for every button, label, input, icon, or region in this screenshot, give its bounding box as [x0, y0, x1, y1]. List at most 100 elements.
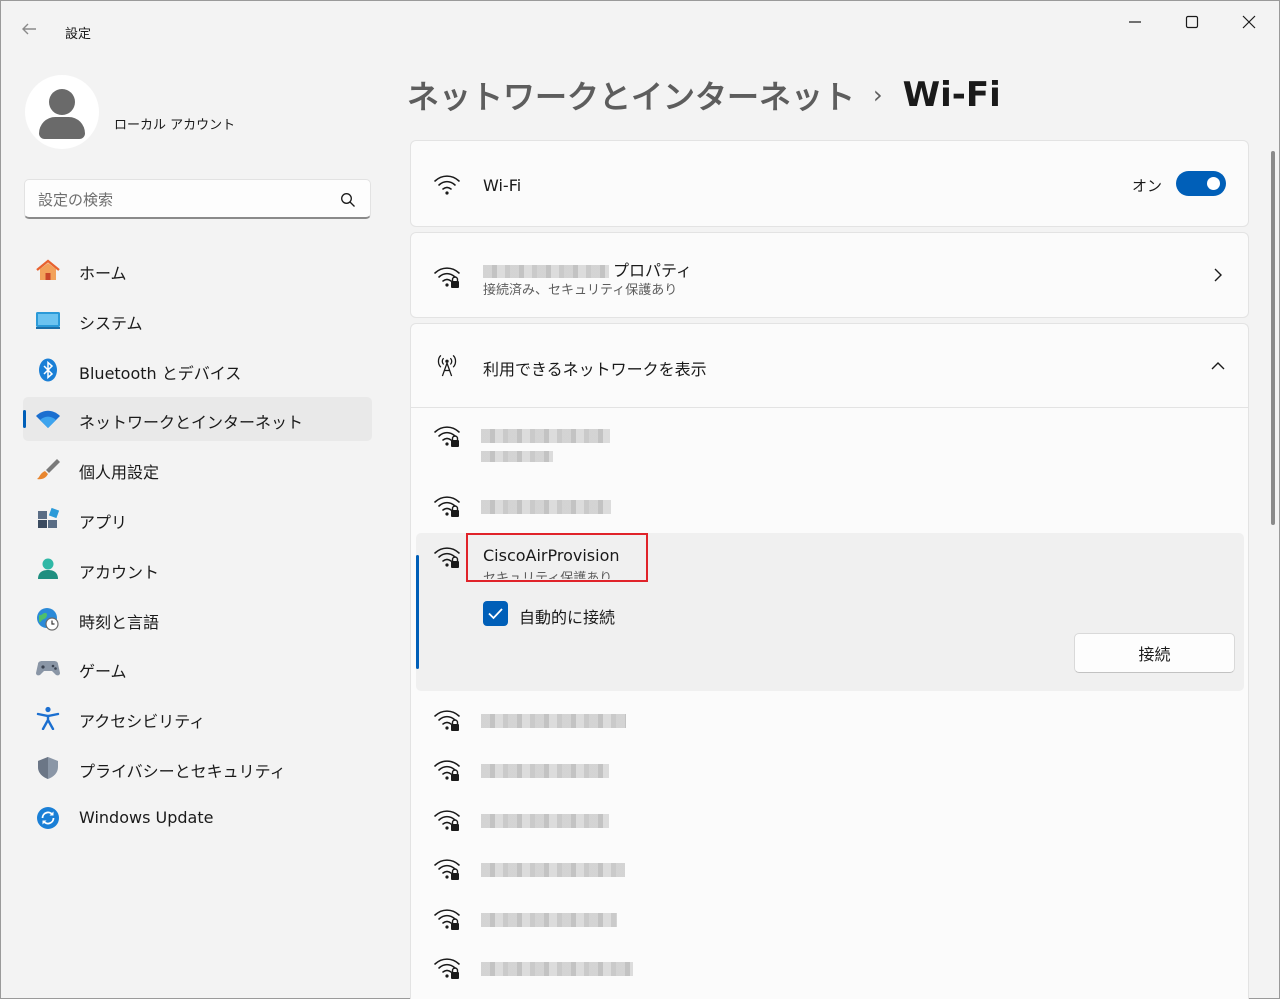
- wifi-secured-icon: [434, 267, 460, 288]
- close-button[interactable]: [1226, 7, 1272, 37]
- wifi-secured-icon: [434, 710, 460, 731]
- title-bar: 設定: [1, 1, 1279, 45]
- sidebar-item-label: アカウント: [79, 563, 160, 582]
- available-networks-card: 利用できるネットワークを表示 CiscoAirProvision セキュリティ保…: [410, 323, 1249, 999]
- sidebar-item-personalization[interactable]: 個人用設定: [23, 447, 372, 491]
- sidebar-item-label: ゲーム: [79, 662, 127, 681]
- sidebar-item-label: アクセシビリティ: [79, 712, 206, 731]
- redacted-ssid: [481, 764, 609, 778]
- properties-title: プロパティ: [483, 257, 692, 281]
- update-icon: [37, 807, 59, 829]
- avatar[interactable]: [25, 75, 99, 149]
- chevron-up-icon: [1211, 362, 1225, 370]
- network-list-item[interactable]: [411, 845, 1248, 893]
- chevron-right-icon: [1214, 268, 1222, 282]
- minimize-button[interactable]: [1112, 7, 1158, 37]
- wifi-secured-icon: [434, 909, 460, 930]
- network-list-item[interactable]: [411, 895, 1248, 943]
- redacted-ssid: [481, 913, 617, 927]
- wifi-secured-icon: [434, 760, 460, 781]
- sidebar-item-system[interactable]: システム: [23, 298, 372, 342]
- toggle-knob: [1207, 177, 1220, 190]
- properties-status: 接続済み、セキュリティ保護あり: [483, 283, 678, 298]
- shield-icon: [38, 757, 58, 779]
- home-icon: [36, 259, 60, 280]
- network-properties-card[interactable]: プロパティ 接続済み、セキュリティ保護あり: [410, 232, 1249, 318]
- sidebar-item-accounts[interactable]: アカウント: [23, 547, 372, 591]
- search-box[interactable]: [24, 179, 371, 219]
- sidebar-item-bluetooth[interactable]: Bluetooth とデバイス: [23, 348, 372, 392]
- breadcrumb-parent[interactable]: ネットワークとインターネット: [407, 72, 855, 118]
- apps-icon: [38, 507, 60, 528]
- page-title: Wi-Fi: [902, 75, 1001, 115]
- accessibility-icon: [36, 706, 60, 730]
- redacted-ssid: [481, 429, 610, 443]
- sidebar-item-gaming[interactable]: ゲーム: [23, 646, 372, 690]
- system-icon: [36, 312, 60, 329]
- network-list-item[interactable]: [411, 696, 1248, 744]
- properties-label: プロパティ: [613, 261, 693, 280]
- auto-connect-checkbox[interactable]: [483, 601, 508, 626]
- antenna-icon: [437, 355, 457, 377]
- wifi-secured-icon: [434, 547, 460, 568]
- bluetooth-icon: [39, 358, 57, 382]
- account-icon: [38, 558, 58, 579]
- sidebar-item-label: 個人用設定: [79, 463, 160, 482]
- wifi-secured-icon: [434, 810, 460, 831]
- selected-network-item[interactable]: CiscoAirProvision セキュリティ保護あり 自動的に接続 接続: [416, 533, 1244, 691]
- search-input[interactable]: [38, 189, 328, 211]
- sidebar-item-time-language[interactable]: 時刻と言語: [23, 597, 372, 641]
- sidebar-item-apps[interactable]: アプリ: [23, 497, 372, 541]
- breadcrumb-separator: ›: [873, 81, 883, 109]
- connect-button[interactable]: 接続: [1074, 633, 1235, 673]
- redacted-ssid: [481, 962, 633, 976]
- sidebar-item-privacy[interactable]: プライバシーとセキュリティ: [23, 746, 372, 790]
- brush-icon: [37, 459, 60, 480]
- available-networks-label: 利用できるネットワークを表示: [483, 360, 707, 379]
- wifi-secured-icon: [434, 859, 460, 880]
- sidebar-item-label: アプリ: [79, 513, 128, 532]
- network-list-item[interactable]: [411, 482, 1248, 530]
- wifi-label: Wi-Fi: [483, 176, 522, 195]
- wifi-toggle-label: オン: [1131, 177, 1162, 195]
- wifi-secured-icon: [434, 426, 460, 447]
- scrollbar[interactable]: [1271, 151, 1275, 525]
- sidebar-item-windows-update[interactable]: Windows Update: [23, 796, 372, 840]
- wifi-toggle-card: Wi-Fi オン: [410, 140, 1249, 227]
- network-list-item[interactable]: [411, 746, 1248, 794]
- redacted-ssid: [481, 863, 625, 877]
- wifi-secured-icon: [434, 496, 460, 517]
- sidebar-item-accessibility[interactable]: アクセシビリティ: [23, 696, 372, 740]
- sidebar-item-label: Bluetooth とデバイス: [79, 364, 242, 383]
- search-icon[interactable]: [340, 192, 356, 208]
- gamepad-icon: [36, 661, 60, 676]
- redacted-ssid: [481, 714, 626, 728]
- maximize-button[interactable]: [1169, 7, 1215, 37]
- network-list-item[interactable]: [411, 416, 1248, 472]
- wifi-secured-icon: [434, 958, 460, 979]
- back-arrow-icon[interactable]: [19, 19, 45, 45]
- network-list-item[interactable]: [411, 796, 1248, 844]
- sidebar-item-label: ホーム: [79, 264, 127, 283]
- redacted-ssid: [481, 814, 609, 828]
- checkmark-icon: [488, 608, 503, 620]
- available-networks-header[interactable]: 利用できるネットワークを表示: [411, 324, 1248, 408]
- wifi-toggle[interactable]: [1176, 171, 1226, 196]
- app-title: 設定: [65, 27, 92, 42]
- sidebar-item-network[interactable]: ネットワークとインターネット: [23, 397, 372, 441]
- time-language-icon: [37, 608, 59, 631]
- redacted-status: [481, 451, 553, 462]
- auto-connect-label: 自動的に接続: [519, 608, 616, 627]
- selection-indicator: [416, 555, 419, 669]
- close-icon: [1242, 15, 1256, 29]
- minimize-icon: [1129, 21, 1141, 23]
- sidebar-item-label: プライバシーとセキュリティ: [79, 762, 286, 781]
- maximize-icon: [1185, 15, 1199, 29]
- redacted-ssid: [481, 500, 611, 514]
- sidebar-item-label: 時刻と言語: [79, 613, 160, 632]
- network-list-item[interactable]: [411, 944, 1248, 992]
- sidebar-item-home[interactable]: ホーム: [23, 248, 372, 292]
- network-icon: [36, 410, 60, 428]
- wifi-icon: [434, 175, 460, 195]
- annotation-highlight-box: [466, 533, 648, 582]
